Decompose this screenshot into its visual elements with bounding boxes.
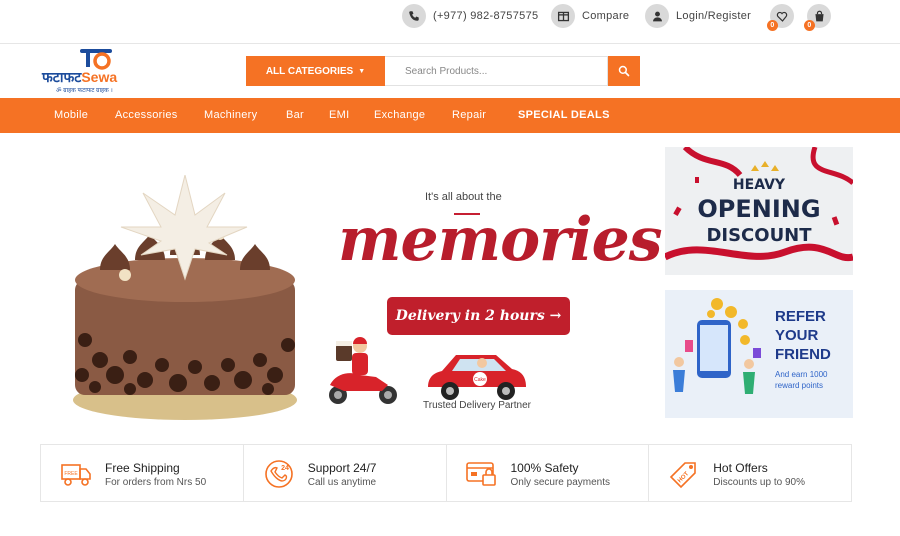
cart-button[interactable]: 0 (804, 4, 838, 31)
compare-label: Compare (582, 10, 630, 22)
refer-illustration-icon (673, 298, 761, 394)
chocolate-cake-image (73, 175, 297, 420)
feature-subtitle: Only secure payments (510, 477, 611, 488)
login-register-label: Login/Register (676, 10, 752, 22)
opening-line-3: DISCOUNT (706, 225, 812, 246)
cart-count-badge: 0 (804, 20, 815, 31)
phone-number: (+977) 982-8757575 (433, 10, 539, 22)
wishlist-button[interactable]: 0 (767, 4, 801, 31)
site-logo[interactable]: फटाफटSewa ॐ ग्राहक फटाफट ग्राहक । (40, 48, 155, 94)
phone-link[interactable]: (+977) 982-8757575 (402, 4, 538, 28)
features-strip: FREE Free Shipping For orders from Nrs 5… (40, 444, 852, 502)
refer-line-3: FRIEND (775, 346, 831, 363)
nav-item-accessories[interactable]: Accessories (115, 109, 178, 121)
delivery-partner-caption: Trusted Delivery Partner (423, 400, 531, 411)
feature-subtitle: Call us anytime (307, 477, 377, 488)
card-safety-icon (465, 462, 496, 486)
refer-friend-banner[interactable]: REFER YOUR FRIEND And earn 1000 reward p… (665, 290, 853, 418)
opening-line-2: OPENING (697, 195, 821, 223)
nav-item-emi[interactable]: EMI (329, 109, 349, 121)
search-bar: ALL CATEGORIES ▼ (246, 56, 640, 86)
user-icon (645, 4, 669, 28)
opening-line-1: HEAVY (732, 177, 786, 193)
feature-title: Hot Offers (713, 461, 768, 475)
tag-icon: HOT (670, 462, 697, 489)
compare-icon (551, 4, 575, 28)
feature-support: 24 Support 24/7 Call us anytime (244, 445, 447, 501)
delivery-car-image: Cake (428, 355, 526, 400)
feature-safety: 100% Safety Only secure payments (447, 445, 650, 501)
refer-line-1: REFER (775, 308, 826, 325)
opening-discount-banner[interactable]: HEAVY OPENING DISCOUNT (665, 147, 853, 275)
support-icon: 24 (264, 460, 293, 488)
scooter-rider-image (329, 337, 397, 404)
compare-link[interactable]: Compare (551, 4, 629, 28)
feature-free-shipping: FREE Free Shipping For orders from Nrs 5… (41, 445, 244, 501)
all-categories-dropdown[interactable]: ALL CATEGORIES ▼ (246, 56, 385, 86)
refer-line-4: And earn 1000 (775, 370, 828, 379)
wishlist-count-badge: 0 (767, 20, 778, 31)
feature-subtitle: For orders from Nrs 50 (105, 477, 207, 488)
hot-badge-text: HOT (677, 471, 690, 484)
top-utility-bar: (+977) 982-8757575 Compare Login/Registe… (0, 0, 900, 44)
nav-item-exchange[interactable]: Exchange (374, 109, 425, 121)
support-badge-text: 24 (281, 465, 289, 472)
nav-item-special-deals[interactable]: SPECIAL DEALS (518, 109, 610, 121)
feature-subtitle: Discounts up to 90% (713, 477, 805, 488)
logo-mark-icon (80, 49, 112, 70)
search-input[interactable] (385, 56, 608, 86)
truck-icon: FREE (61, 464, 91, 486)
login-register-link[interactable]: Login/Register (645, 4, 751, 28)
feature-title: 100% Safety (510, 461, 579, 475)
all-categories-label: ALL CATEGORIES (265, 65, 354, 77)
nav-item-mobile[interactable]: Mobile (54, 109, 88, 121)
hero-title: memories (338, 205, 663, 275)
logo-wordmark: फटाफटSewa (42, 69, 118, 85)
feature-title: Support 24/7 (307, 461, 377, 475)
hero-tagline: It's all about the (425, 191, 502, 203)
nav-item-repair[interactable]: Repair (452, 109, 486, 121)
free-badge-text: FREE (64, 471, 78, 477)
delivery-button[interactable]: Delivery in 2 hours → (387, 297, 570, 335)
nav-item-machinery[interactable]: Machinery (204, 109, 257, 121)
caret-down-icon: ▼ (358, 67, 366, 75)
feature-title: Free Shipping (105, 461, 180, 475)
phone-icon (402, 4, 426, 28)
feature-hot-offers: HOT Hot Offers Discounts up to 90% (649, 445, 851, 501)
search-button[interactable] (608, 56, 640, 86)
search-icon (618, 65, 630, 77)
hero-banner[interactable]: It's all about the memories Delivery in … (40, 145, 663, 430)
main-navigation: Mobile Accessories Machinery Bar EMI Exc… (0, 98, 900, 133)
refer-line-2: YOUR (775, 327, 819, 344)
logo-tagline: ॐ ग्राहक फटाफट ग्राहक । (56, 88, 113, 94)
refer-line-5: reward points (775, 381, 824, 390)
car-logo-text: Cake (474, 377, 486, 383)
nav-item-bar[interactable]: Bar (286, 109, 304, 121)
